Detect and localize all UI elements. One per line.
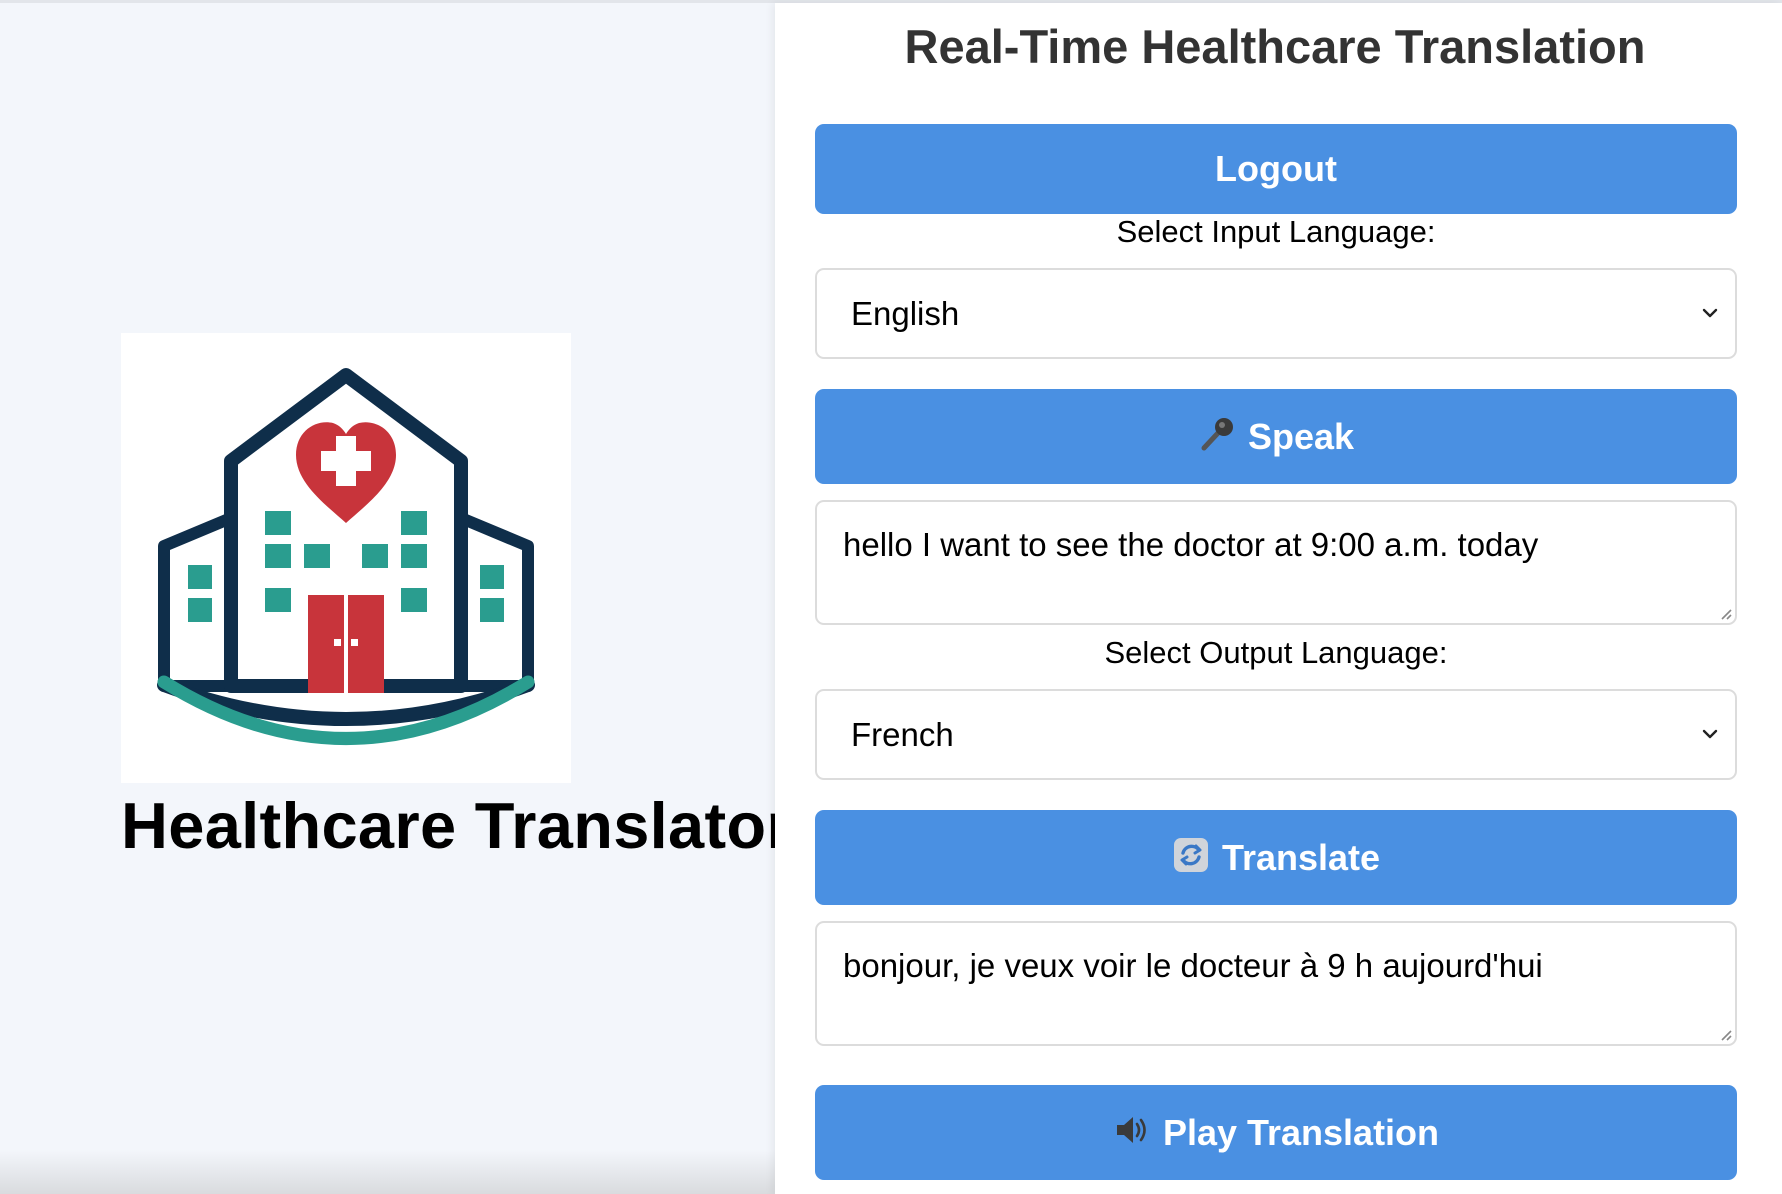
- refresh-icon: [1172, 836, 1210, 880]
- bottom-shade: [0, 1150, 775, 1194]
- chevron-down-icon: [1702, 308, 1718, 318]
- translate-button[interactable]: Translate: [815, 810, 1737, 905]
- output-language-value: French: [851, 715, 954, 753]
- input-text-area[interactable]: hello I want to see the doctor at 9:00 a…: [815, 500, 1737, 625]
- logout-button-label: Logout: [1215, 148, 1337, 189]
- resize-handle-icon[interactable]: [1716, 1025, 1732, 1041]
- output-language-label: Select Output Language:: [1104, 635, 1448, 670]
- input-text: hello I want to see the doctor at 9:00 a…: [843, 526, 1539, 563]
- speak-button-label: Speak: [1247, 415, 1355, 457]
- play-translation-button-label: Play Translation: [1162, 1111, 1440, 1153]
- brand-title: Healthcare Translator: [121, 789, 793, 862]
- output-text-area[interactable]: bonjour, je veux voir le docteur à 9 h a…: [815, 921, 1737, 1046]
- output-text: bonjour, je veux voir le docteur à 9 h a…: [843, 947, 1543, 984]
- hospital-building-icon: [157, 368, 535, 745]
- resize-handle-icon[interactable]: [1716, 604, 1732, 620]
- speak-button[interactable]: Speak: [815, 389, 1737, 484]
- play-translation-button[interactable]: Play Translation: [815, 1085, 1737, 1180]
- translate-button-label: Translate: [1221, 836, 1381, 878]
- input-language-select[interactable]: English: [815, 268, 1737, 359]
- logout-button[interactable]: Logout: [815, 124, 1737, 214]
- speaker-icon: [1113, 1111, 1151, 1155]
- input-language-value: English: [851, 294, 960, 332]
- chevron-down-icon: [1702, 729, 1718, 739]
- page-title: Real-Time Healthcare Translation: [904, 20, 1646, 73]
- input-language-label: Select Input Language:: [1116, 214, 1436, 249]
- hospital-logo: [121, 333, 571, 783]
- translation-panel: Real-Time Healthcare Translation Logout …: [775, 3, 1782, 1194]
- microphone-icon: [1198, 415, 1236, 459]
- output-language-select[interactable]: French: [815, 689, 1737, 780]
